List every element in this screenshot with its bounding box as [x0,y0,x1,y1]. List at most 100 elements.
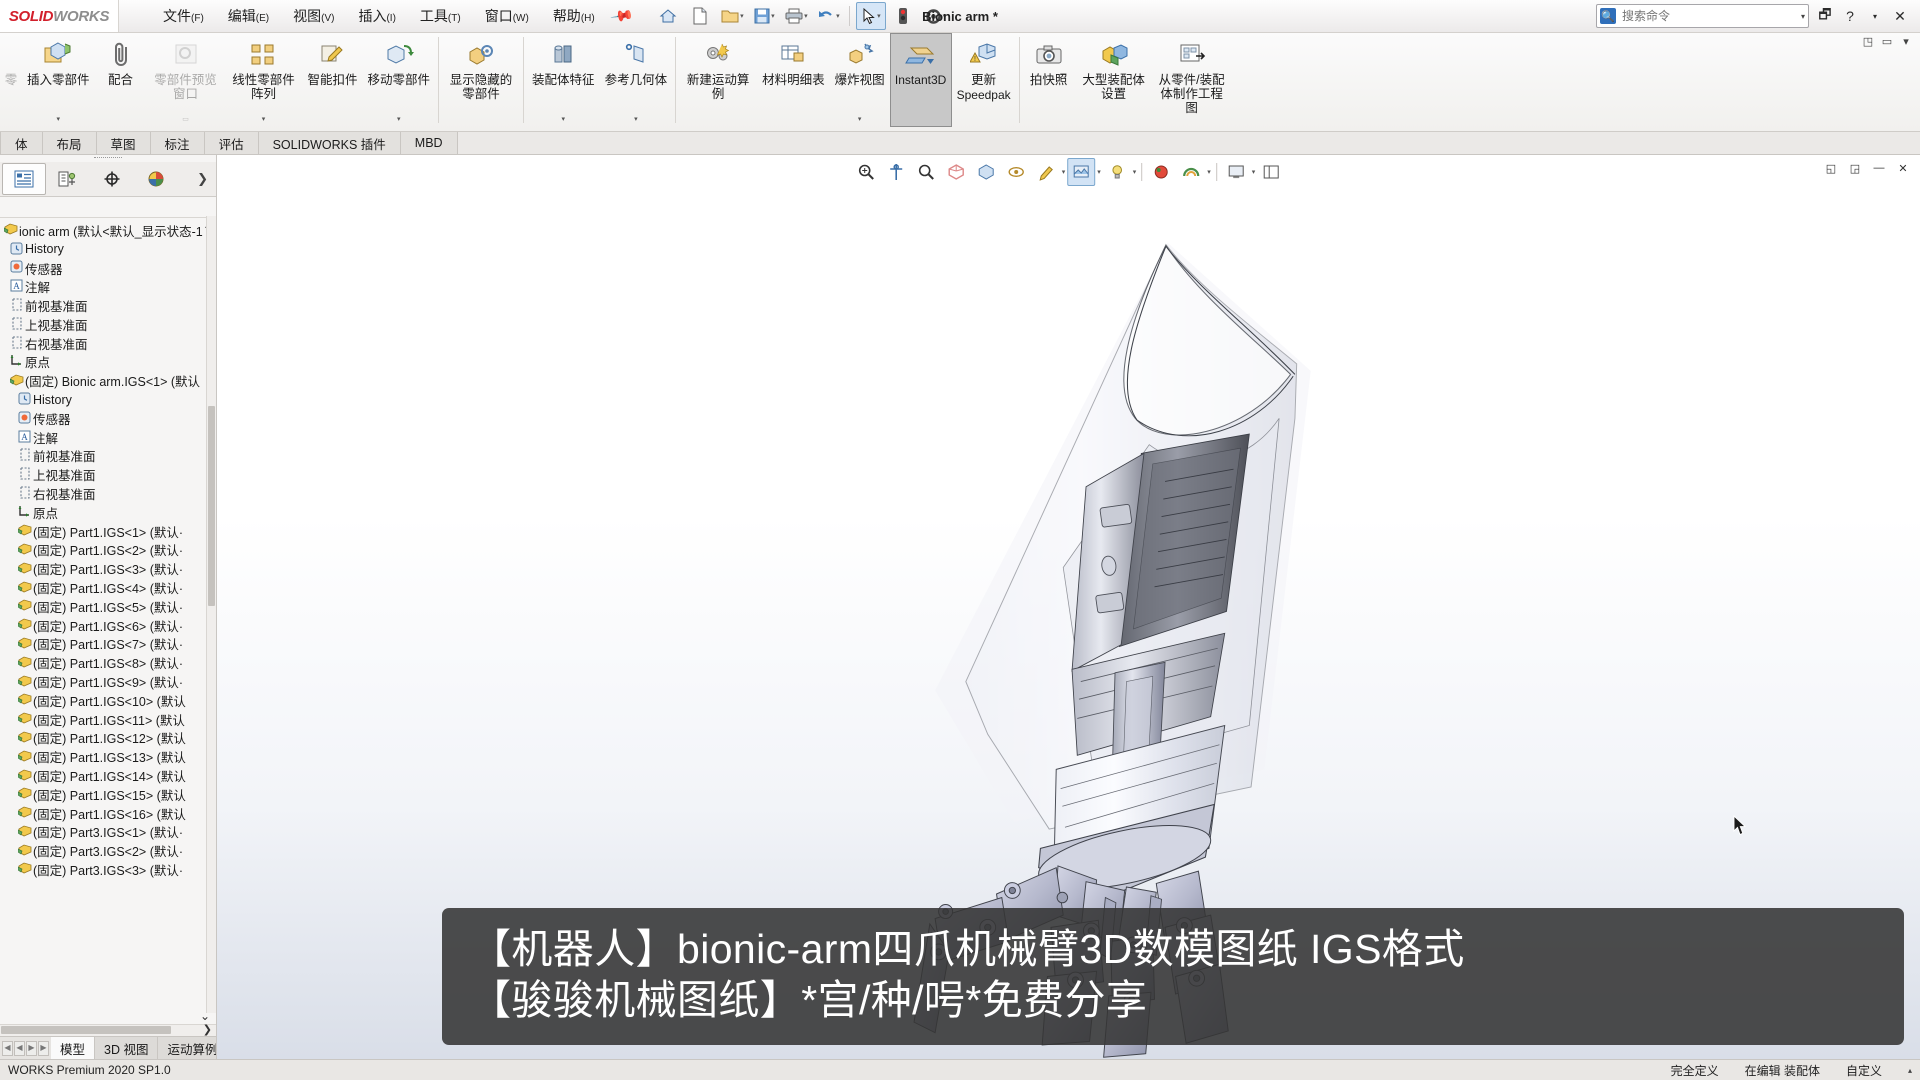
insert-component-dropdown[interactable]: ▾ [57,115,61,126]
configuration-manager-tab[interactable] [90,163,134,195]
options-caret[interactable]: ▾ [943,12,947,20]
bottom-tab-model[interactable]: 模型 [51,1037,96,1059]
tree-item-part1-10[interactable]: (固定) Part1.IGS<10> (默认 [0,691,216,710]
display-pane-icon[interactable] [1257,158,1285,186]
pin-icon[interactable]: 📌 [609,3,635,29]
tree-scroll-right-arrow[interactable]: ❯ [203,1023,212,1036]
gfx-maximize-icon[interactable]: ◲ [1844,158,1866,178]
tree-vertical-scroll-thumb[interactable] [208,406,215,606]
tree-item-part1-2[interactable]: (固定) Part1.IGS<2> (默认· [0,541,216,560]
select-caret[interactable]: ▾ [877,12,881,20]
exploded-view-dropdown[interactable]: ▾ [858,115,862,126]
tree-item-origin[interactable]: 原点 [0,353,216,372]
status-expand-arrow[interactable]: ▴ [1908,1066,1912,1075]
save-caret[interactable]: ▾ [771,12,775,20]
ribbon-show-hidden-components[interactable]: 显示隐藏的零部件 [442,33,520,127]
graphics-area[interactable]: ▾ ▾ ▾ ▾ ▾ ◱ ◲ — ✕ 【机器人】bionic-arm四爪机械臂3D… [217,155,1920,1059]
print-icon[interactable]: ▾ [781,2,811,30]
tree-item-part1-7[interactable]: (固定) Part1.IGS<7> (默认· [0,635,216,654]
ribbon-large-assembly-settings[interactable]: 大型装配体设置 [1075,33,1153,127]
ribbon-pin-icon[interactable]: ◳ [1860,35,1876,48]
tab-mbd[interactable]: MBD [400,132,458,154]
assembly-features-dropdown[interactable]: ▾ [562,115,566,126]
tree-item-top-plane-2[interactable]: 上视基准面 [0,465,216,484]
status-custom[interactable]: 自定义 [1846,1062,1882,1079]
select-icon[interactable]: ▾ [856,2,887,30]
menu-window[interactable]: 窗口(W) [473,2,541,30]
ribbon-assembly-features[interactable]: 装配体特征 ▾ [527,33,600,127]
print-caret[interactable]: ▾ [804,12,808,20]
tab-layout[interactable]: 布局 [42,132,97,154]
gfx-restore-down-icon[interactable]: ◱ [1820,158,1842,178]
ribbon-exploded-view[interactable]: 爆炸视图 ▾ [830,33,890,127]
render-tools-icon[interactable] [1177,158,1205,186]
render-tools-caret[interactable]: ▾ [1207,168,1211,176]
linear-component-pattern-dropdown[interactable]: ▾ [262,115,266,126]
tree-item-part3-2[interactable]: (固定) Part3.IGS<2> (默认· [0,841,216,860]
view-settings-lightbulb-icon[interactable] [1103,158,1131,186]
tree-item-part1-13[interactable]: (固定) Part1.IGS<13> (默认 [0,747,216,766]
tab-solidworks-addins[interactable]: SOLIDWORKS 插件 [258,132,401,154]
tree-item-front-plane[interactable]: 前视基准面 [0,296,216,315]
menu-help[interactable]: 帮助(H) [541,2,607,30]
property-manager-tab[interactable] [46,163,90,195]
tree-item-part1-9[interactable]: (固定) Part1.IGS<9> (默认· [0,672,216,691]
tree-item-right-plane-2[interactable]: 右视基准面 [0,484,216,503]
ribbon-restore-icon[interactable]: ▭ [1879,35,1895,48]
reference-geometry-dropdown[interactable]: ▾ [634,115,638,126]
display-style-icon[interactable] [972,158,1000,186]
move-component-dropdown[interactable]: ▾ [397,115,401,126]
panel-expand-arrow[interactable]: ❯ [197,171,216,187]
view-orientation-icon[interactable] [942,158,970,186]
tree-item-history[interactable]: History [0,240,216,259]
tree-vertical-scrollbar[interactable] [206,216,216,1013]
tree-item-sensors[interactable]: 传感器 [0,259,216,278]
ribbon-update-speedpak[interactable]: ! 更新 Speedpak [952,33,1016,127]
open-document-caret[interactable]: ▾ [740,12,744,20]
tree-item-part1-4[interactable]: (固定) Part1.IGS<4> (默认· [0,578,216,597]
search-dropdown-caret[interactable]: ▾ [1801,12,1805,21]
menu-view[interactable]: 视图(V) [281,2,346,30]
bottom-tab-motion-study[interactable]: 运动算例 [158,1037,216,1059]
edit-appearance-caret[interactable]: ▾ [1062,168,1066,176]
tree-item-part1-14[interactable]: (固定) Part1.IGS<14> (默认 [0,766,216,785]
tree-item-part1-3[interactable]: (固定) Part1.IGS<3> (默认· [0,559,216,578]
tree-root-assembly[interactable]: ionic arm (默认<默认_显示状态-1⌃ [0,221,216,240]
tree-item-part1-12[interactable]: (固定) Part1.IGS<12> (默认 [0,729,216,748]
ribbon-smart-fasteners[interactable]: 智能扣件 [303,33,363,127]
color-icon[interactable] [1147,158,1175,186]
tree-item-bionic-arm-igs[interactable]: (固定) Bionic arm.IGS<1> (默认 [0,371,216,390]
edit-appearance-icon[interactable] [1032,158,1060,186]
viewport-icon[interactable] [1222,158,1250,186]
nav-last-icon[interactable]: ▶ [38,1040,49,1056]
ribbon-reference-geometry[interactable]: 参考几何体 ▾ [600,33,673,127]
tab-markup[interactable]: 标注 [150,132,205,154]
options-gear-icon[interactable]: ▾ [920,2,950,30]
tree-item-part1-6[interactable]: (固定) Part1.IGS<6> (默认· [0,616,216,635]
ribbon-take-snapshot[interactable]: 拍快照 [1023,33,1075,127]
ribbon-linear-component-pattern[interactable]: 线性零部件阵列 ▾ [225,33,303,127]
ribbon-new-motion-study[interactable]: 新建运动算例 [679,33,757,127]
nav-next-icon[interactable]: ▶ [26,1040,37,1056]
tree-horizontal-scrollbar[interactable]: ❯ [0,1024,216,1036]
ribbon-expand-icon[interactable]: ▾ [1898,35,1914,48]
bottom-tab-3dviews[interactable]: 3D 视图 [95,1037,159,1059]
search-command-box[interactable]: 🔍 ▾ [1596,4,1809,28]
tree-item-front-plane-2[interactable]: 前视基准面 [0,447,216,466]
viewport-caret[interactable]: ▾ [1252,168,1256,176]
hide-show-items-icon[interactable] [1002,158,1030,186]
zoom-to-fit-icon[interactable] [852,158,880,186]
apply-scene-icon[interactable] [1067,158,1096,186]
tree-horizontal-scroll-thumb[interactable] [1,1026,171,1034]
tab-assembly[interactable]: 体 [0,132,43,154]
tree-item-annotations[interactable]: A 注解 [0,277,216,296]
undo-icon[interactable]: ▾ [813,2,843,30]
new-document-icon[interactable] [685,2,715,30]
ribbon-mate[interactable]: 配合 [95,33,147,127]
gfx-minimize-icon[interactable]: — [1868,158,1890,178]
nav-prev-icon[interactable]: ◀ [14,1040,25,1056]
tree-item-top-plane[interactable]: 上视基准面 [0,315,216,334]
tree-item-part1-11[interactable]: (固定) Part1.IGS<11> (默认 [0,710,216,729]
tab-evaluate[interactable]: 评估 [204,132,259,154]
ribbon-bill-of-materials[interactable]: 材料明细表 [757,33,830,127]
